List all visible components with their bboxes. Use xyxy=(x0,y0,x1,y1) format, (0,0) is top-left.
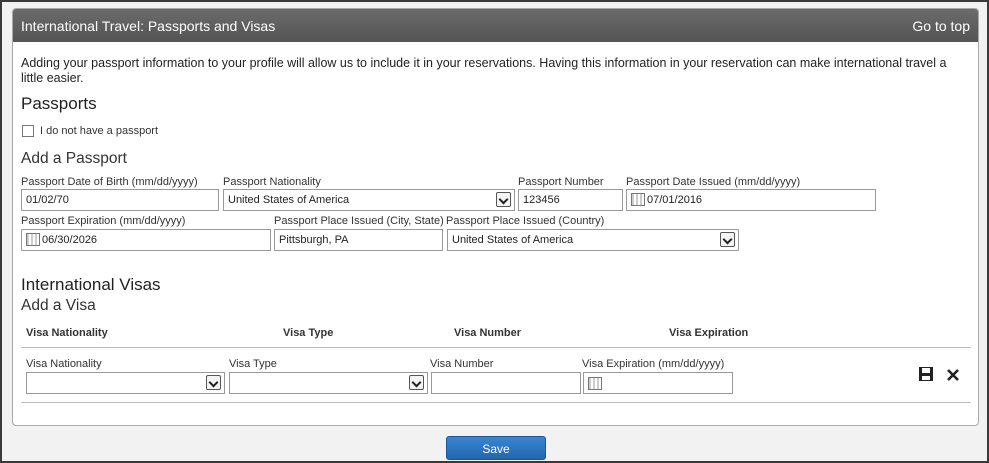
visa-expiration-label: Visa Expiration (mm/dd/yyyy) xyxy=(582,358,725,370)
section-header: International Travel: Passports and Visa… xyxy=(13,9,978,42)
passport-dob-label: Passport Date of Birth (mm/dd/yyyy) xyxy=(21,176,198,188)
column-header-visa-type: Visa Type xyxy=(283,327,334,339)
passports-visas-panel: International Travel: Passports and Visa… xyxy=(12,8,979,426)
intro-text: Adding your passport information to your… xyxy=(21,56,947,85)
passport-dob-input[interactable]: 01/02/70 xyxy=(21,189,219,211)
visa-type-select[interactable] xyxy=(229,372,428,394)
passport-expiration-label: Passport Expiration (mm/dd/yyyy) xyxy=(21,215,186,227)
visa-number-label: Visa Number xyxy=(430,358,494,370)
visa-nationality-label: Visa Nationality xyxy=(26,358,102,370)
passport-place-city-label: Passport Place Issued (City, State) xyxy=(274,215,444,227)
passport-nationality-value: United States of America xyxy=(228,194,350,206)
add-visa-heading: Add a Visa xyxy=(21,297,96,314)
go-to-top-link[interactable]: Go to top xyxy=(912,18,970,34)
page-frame: International Travel: Passports and Visa… xyxy=(0,0,989,463)
section-title: International Travel: Passports and Visa… xyxy=(21,17,276,34)
save-icon[interactable] xyxy=(918,366,934,382)
divider xyxy=(21,347,971,348)
passport-expiration-input[interactable]: 06/30/2026 xyxy=(21,229,271,251)
chevron-down-icon xyxy=(496,192,511,207)
chevron-down-icon xyxy=(206,375,221,390)
passport-number-label: Passport Number xyxy=(518,176,604,188)
visa-type-label: Visa Type xyxy=(229,358,277,370)
visa-nationality-select[interactable] xyxy=(26,372,225,394)
chevron-down-icon xyxy=(720,232,735,247)
passport-nationality-select[interactable]: United States of America xyxy=(223,189,515,211)
close-icon[interactable] xyxy=(945,367,961,383)
visas-heading: International Visas xyxy=(21,275,161,294)
divider xyxy=(21,402,971,403)
passport-place-country-select[interactable]: United States of America xyxy=(447,229,739,251)
passport-nationality-label: Passport Nationality xyxy=(223,176,321,188)
column-header-visa-number: Visa Number xyxy=(454,327,522,339)
passport-place-country-value: United States of America xyxy=(452,234,574,246)
passport-issued-value: 07/01/2016 xyxy=(647,194,703,206)
passport-issued-input[interactable]: 07/01/2016 xyxy=(626,189,876,211)
calendar-icon[interactable] xyxy=(26,232,40,246)
visa-expiration-input[interactable] xyxy=(583,372,733,394)
calendar-icon[interactable] xyxy=(588,377,602,390)
no-passport-label: I do not have a passport xyxy=(40,125,159,137)
save-button[interactable]: Save xyxy=(446,436,546,460)
calendar-icon[interactable] xyxy=(631,192,645,206)
column-header-visa-expiration: Visa Expiration xyxy=(669,327,749,339)
passports-heading: Passports xyxy=(21,94,97,113)
column-header-visa-nationality: Visa Nationality xyxy=(26,327,108,339)
add-passport-heading: Add a Passport xyxy=(21,150,127,167)
no-passport-checkbox[interactable] xyxy=(22,125,34,137)
passport-place-city-input[interactable]: Pittsburgh, PA xyxy=(274,229,443,251)
passport-place-country-label: Passport Place Issued (Country) xyxy=(446,215,605,227)
visa-number-input[interactable] xyxy=(431,372,581,394)
chevron-down-icon xyxy=(409,375,424,390)
passport-number-input[interactable]: 123456 xyxy=(518,189,623,211)
passport-expiration-value: 06/30/2026 xyxy=(42,234,98,246)
passport-issued-label: Passport Date Issued (mm/dd/yyyy) xyxy=(626,176,801,188)
